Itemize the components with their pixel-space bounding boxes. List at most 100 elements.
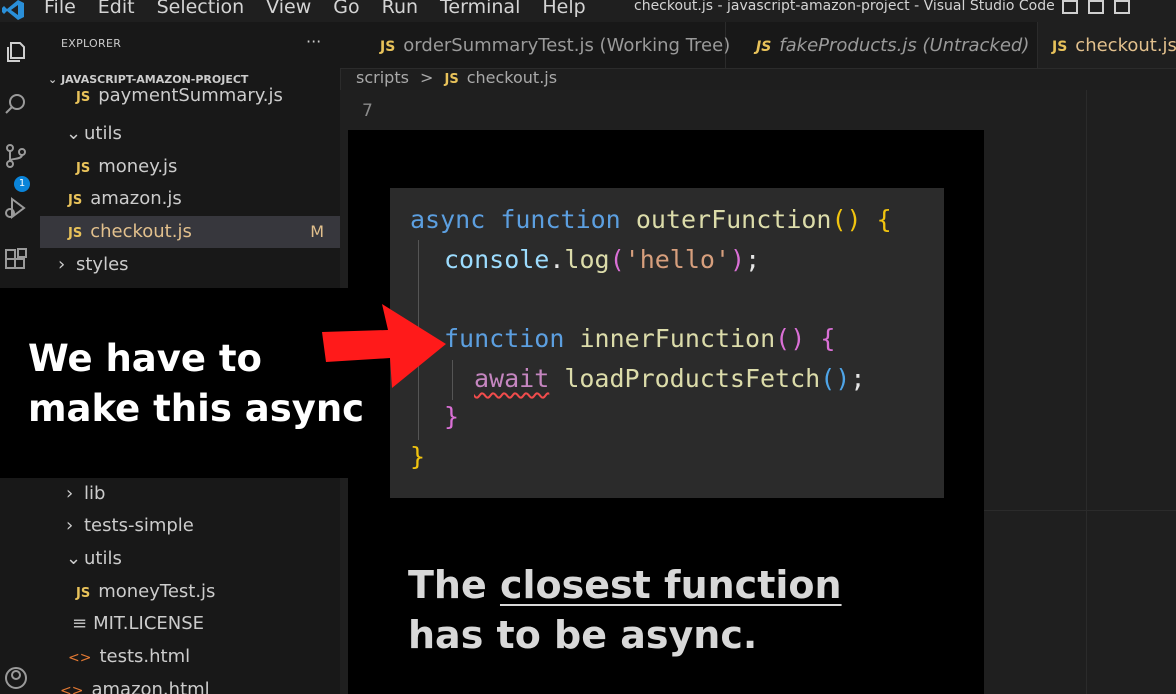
red-arrow-icon (322, 304, 446, 388)
chevron-right-icon: › (58, 254, 66, 275)
project-name: JAVASCRIPT-AMAZON-PROJECT (61, 73, 249, 86)
breadcrumb-file[interactable]: checkout.js (467, 68, 557, 87)
menu-help[interactable]: Help (542, 0, 585, 18)
js-file-icon: JS (68, 193, 83, 208)
tree-item-label: money.js (98, 156, 178, 177)
explorer-icon[interactable] (4, 40, 28, 64)
tree-item-label: moneyTest.js (98, 581, 216, 602)
tree-folder-utils-tests[interactable]: ⌄ utils (40, 543, 340, 575)
tree-item-moneytest[interactable]: JS moneyTest.js (40, 576, 340, 608)
menu-view[interactable]: View (266, 0, 311, 18)
explorer-header: EXPLORER (61, 37, 122, 50)
caption-left: We have to make this async (28, 334, 364, 434)
js-file-icon: JS (444, 72, 459, 87)
code-line-7: } (410, 442, 426, 471)
tree-item-label: MIT.LICENSE (93, 613, 205, 634)
more-actions-icon[interactable]: ··· (306, 32, 321, 51)
menu-file[interactable]: File (44, 0, 76, 18)
caption-bottom: The closest function has to be async. (408, 560, 842, 660)
editor-tabs: JS orderSummaryTest.js (Working Tree) JS f… (340, 22, 1176, 69)
license-file-icon: ≡ (72, 613, 88, 634)
js-file-icon: JS (68, 226, 83, 241)
panel-divider (984, 510, 1176, 511)
tree-folder-utils[interactable]: ⌄ utils (40, 118, 340, 150)
code-line-1: async function outerFunction() { (410, 205, 892, 234)
await-keyword-error: await (474, 364, 550, 393)
title-bar: File Edit Selection View Go Run Terminal… (0, 0, 1176, 22)
chevron-right-icon: › (66, 483, 74, 504)
tab-label: checkout.js (1075, 35, 1176, 56)
caption-left-line2: make this async (28, 387, 365, 430)
chevron-down-icon: ⌄ (66, 548, 82, 569)
modified-badge: M (310, 222, 324, 241)
toggle-panel-icon[interactable] (1088, 0, 1104, 14)
menu-terminal[interactable]: Terminal (440, 0, 520, 18)
source-control-icon[interactable] (4, 144, 28, 168)
tree-item-checkout[interactable]: JS checkout.js M (40, 216, 340, 248)
tree-item-money[interactable]: JS money.js (40, 151, 340, 183)
js-file-icon: JS (76, 90, 91, 105)
chevron-down-icon: ⌄ (48, 73, 58, 86)
tree-item-label: utils (84, 548, 122, 569)
tree-item-label: checkout.js (90, 221, 192, 242)
menu-go[interactable]: Go (333, 0, 359, 18)
tree-item-amazon-html[interactable]: <> amazon.html (40, 674, 340, 694)
tree-item-label: utils (84, 123, 122, 144)
js-file-icon: JS (76, 586, 91, 601)
tree-folder-styles[interactable]: › styles (40, 249, 340, 281)
vscode-logo-icon (2, 0, 24, 20)
tree-item-label: styles (76, 254, 129, 275)
html-file-icon: <> (68, 650, 92, 666)
chevron-right-icon: › (66, 515, 74, 536)
caption-bottom-line2: has to be async. (408, 613, 758, 657)
scm-badge: 1 (14, 176, 30, 192)
menu-run[interactable]: Run (382, 0, 418, 18)
chevron-down-icon: ⌄ (66, 123, 82, 144)
code-line-4: function innerFunction() { (444, 324, 836, 353)
tree-item-paymentsummary[interactable]: JS paymentSummary.js (40, 86, 340, 112)
menu-bar: File Edit Selection View Go Run Terminal… (44, 0, 608, 18)
html-file-icon: <> (60, 683, 84, 694)
code-line-5: await loadProductsFetch(); (474, 364, 866, 393)
tree-folder-tests-simple[interactable]: › tests-simple (40, 510, 340, 542)
tree-item-label: tests.html (99, 646, 191, 667)
line-number: 7 (362, 101, 373, 121)
editor-ruler (1086, 90, 1087, 694)
account-icon[interactable] (4, 666, 28, 690)
toggle-secondary-sidebar-icon[interactable] (1114, 0, 1130, 14)
tab-label: orderSummaryTest.js (Working Tree) (403, 35, 731, 56)
window-title: checkout.js - javascript-amazon-project … (634, 0, 1055, 14)
tab-ordersummarytest[interactable]: JS orderSummaryTest.js (Working Tree) (340, 22, 730, 68)
chevron-right-icon: > (420, 68, 434, 87)
tree-item-label: paymentSummary.js (98, 86, 283, 106)
indent-guide (452, 360, 453, 400)
tab-label: fakeProducts.js (Untracked) (779, 35, 1030, 56)
code-line-6: } (444, 402, 460, 431)
extensions-icon[interactable] (4, 248, 28, 272)
tree-item-license[interactable]: ≡ MIT.LICENSE (40, 608, 340, 640)
search-icon[interactable] (4, 92, 28, 116)
js-file-icon: JS (380, 39, 396, 55)
tree-item-label: lib (84, 483, 106, 504)
breadcrumb-folder[interactable]: scripts (356, 68, 409, 87)
run-debug-icon[interactable] (4, 196, 28, 220)
tree-folder-lib[interactable]: › lib (40, 478, 340, 510)
tree-item-label: amazon.html (91, 679, 210, 694)
menu-edit[interactable]: Edit (98, 0, 135, 18)
tab-checkout[interactable]: JS checkout.js (1038, 22, 1176, 68)
caption-bottom-line1: The closest function (408, 563, 842, 607)
breadcrumb: scripts > JS checkout.js (356, 68, 557, 87)
tree-item-tests-html[interactable]: <> tests.html (40, 641, 340, 673)
js-file-icon: JS (756, 39, 772, 55)
js-file-icon: JS (1052, 39, 1068, 55)
tree-item-label: amazon.js (90, 188, 182, 209)
tab-fakeproducts[interactable]: JS fakeProducts.js (Untracked) (726, 22, 1038, 68)
tree-item-amazon[interactable]: JS amazon.js (40, 183, 340, 215)
toggle-sidebar-icon[interactable] (1062, 0, 1078, 14)
code-line-2: console.log('hello'); (444, 245, 761, 274)
caption-left-line1: We have to (28, 337, 262, 380)
js-file-icon: JS (76, 161, 91, 176)
menu-selection[interactable]: Selection (157, 0, 245, 18)
caption-emphasis: closest function (499, 563, 842, 607)
project-folder[interactable]: ⌄ JAVASCRIPT-AMAZON-PROJECT (48, 73, 248, 86)
